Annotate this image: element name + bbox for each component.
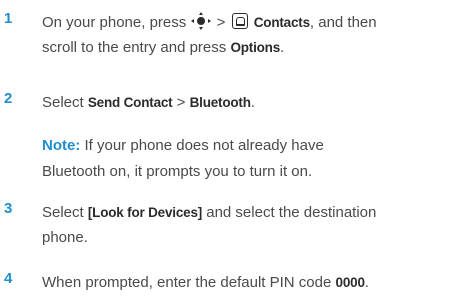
nav-key-icon: [191, 12, 212, 30]
step-number: 3: [4, 200, 13, 217]
step-number: 1: [4, 10, 13, 27]
note-text: Note: If your phone does not already hav…: [42, 137, 324, 180]
step-text: On your phone, press > Contacts, and the…: [42, 12, 377, 56]
step-number: 4: [4, 270, 13, 287]
step-text: Select [Look for Devices] and select the…: [42, 204, 377, 246]
step-text: When prompted, enter the default PIN cod…: [42, 274, 369, 291]
contacts-key-icon: [231, 13, 248, 29]
step-text: Select Send Contact > Bluetooth.: [42, 94, 255, 111]
step-number: 2: [4, 90, 13, 107]
